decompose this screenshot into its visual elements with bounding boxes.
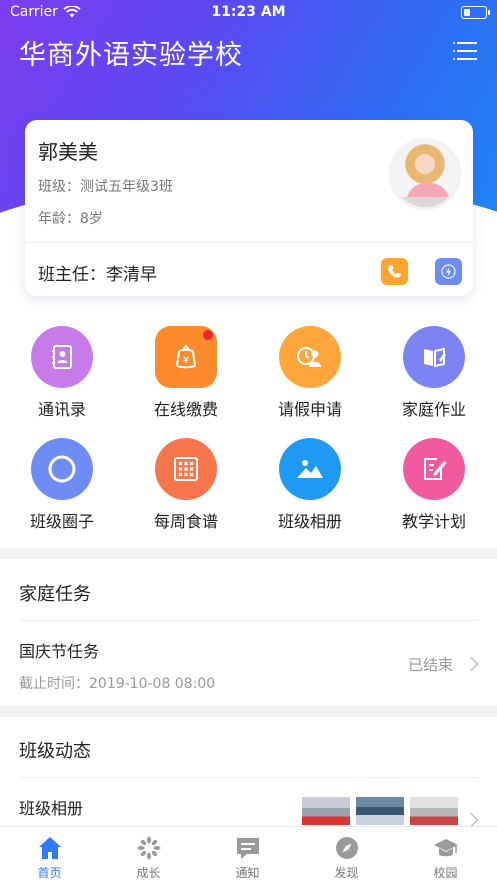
- school-title: 华商外语实验学校: [19, 40, 243, 71]
- lightning-icon: [441, 264, 456, 279]
- teaching-plan-icon: [403, 438, 465, 500]
- deadline-label: 截止时间：: [19, 676, 89, 692]
- feature-label: 通讯录: [37, 400, 86, 419]
- feature-label: 教学计划: [401, 512, 466, 531]
- student-profile-card[interactable]: 郭美美 班级：测试五年级3班 年龄：8岁 班主任：李清早: [25, 120, 473, 296]
- teacher-name: 李清早: [106, 265, 157, 285]
- task-status: 已结束: [408, 656, 454, 674]
- bottom-tab-bar: 首页 成长 通知 发现 校园: [0, 826, 497, 883]
- home-icon: [39, 837, 61, 859]
- feature-class-circle[interactable]: 班级圈子: [0, 432, 124, 532]
- tab-label: 校园: [433, 866, 458, 880]
- album-thumbnail: [356, 797, 404, 825]
- message-teacher-button[interactable]: [435, 258, 462, 285]
- tab-label: 成长: [136, 866, 161, 880]
- section-divider: [19, 777, 478, 778]
- age-info: 年龄：8岁: [38, 208, 103, 228]
- album-thumbnail: [410, 797, 458, 825]
- age-label: 年龄：: [38, 211, 80, 227]
- svg-text:¥: ¥: [183, 355, 189, 366]
- clock: 11:23 AM: [211, 4, 286, 20]
- feature-class-album[interactable]: 班级相册: [248, 432, 372, 532]
- status-bar: Carrier 11:23 AM: [0, 0, 497, 26]
- class-news-title: 班级动态: [19, 741, 91, 762]
- tab-label: 首页: [37, 866, 62, 880]
- feature-label: 班级相册: [277, 512, 342, 531]
- tab-notice[interactable]: 通知: [198, 827, 297, 883]
- head-teacher: 班主任：李清早: [38, 260, 157, 285]
- growth-icon: [137, 836, 161, 860]
- section-divider: [19, 620, 478, 621]
- tab-discover[interactable]: 发现: [297, 827, 396, 883]
- avatar-desk: [392, 197, 458, 207]
- chevron-right-icon: [463, 812, 479, 828]
- class-circle-icon: [31, 438, 93, 500]
- task-deadline: 截止时间：2019-10-08 08:00: [19, 673, 215, 693]
- class-info: 班级：测试五年级3班: [38, 176, 173, 196]
- contacts-icon: [31, 326, 93, 388]
- chevron-right-icon: [463, 656, 479, 672]
- album-thumbnail: [302, 797, 350, 825]
- weekly-menu-icon: [155, 438, 217, 500]
- feature-label: 每周食谱: [153, 512, 218, 531]
- feature-contacts[interactable]: 通讯录: [0, 320, 124, 420]
- section-separator: [0, 706, 497, 717]
- tab-home[interactable]: 首页: [0, 827, 99, 883]
- phone-icon: [388, 265, 401, 278]
- tab-label: 通知: [235, 866, 260, 880]
- compass-icon: [336, 837, 358, 859]
- payment-badge: [203, 330, 213, 340]
- album-label: 班级相册: [19, 799, 84, 818]
- age-value: 8岁: [80, 211, 103, 227]
- menu-icon[interactable]: [453, 40, 479, 62]
- homework-icon: [403, 326, 465, 388]
- tab-campus[interactable]: 校园: [396, 827, 495, 883]
- class-value: 测试五年级3班: [80, 179, 173, 195]
- tab-label: 发现: [334, 866, 359, 880]
- call-teacher-button[interactable]: [381, 258, 408, 285]
- teacher-label: 班主任：: [38, 265, 106, 285]
- feature-grid: 通讯录 ¥ 在线缴费 请假申请 家庭作业 班级圈子 每周食谱 班级相册 教学计划: [0, 320, 497, 540]
- album-icon: [279, 438, 341, 500]
- leave-request-icon: [279, 326, 341, 388]
- feature-label: 班级圈子: [29, 512, 94, 531]
- feature-online-payment[interactable]: ¥ 在线缴费: [124, 320, 248, 420]
- section-separator: [0, 548, 497, 559]
- tab-growth[interactable]: 成长: [99, 827, 198, 883]
- task-name: 国庆节任务: [19, 642, 100, 661]
- campus-icon: [434, 839, 458, 857]
- feature-label: 在线缴费: [153, 400, 218, 419]
- student-avatar[interactable]: [389, 138, 461, 210]
- feature-leave-request[interactable]: 请假申请: [248, 320, 372, 420]
- notice-icon: [237, 838, 259, 859]
- feature-homework[interactable]: 家庭作业: [372, 320, 496, 420]
- feature-label: 家庭作业: [401, 400, 466, 419]
- deadline-value: 2019-10-08 08:00: [89, 676, 216, 692]
- home-task-title: 家庭任务: [19, 584, 91, 605]
- student-name: 郭美美: [38, 140, 98, 164]
- feature-weekly-menu[interactable]: 每周食谱: [124, 432, 248, 532]
- battery-icon: [461, 6, 490, 19]
- class-label: 班级：: [38, 179, 80, 195]
- feature-label: 请假申请: [277, 400, 342, 419]
- card-divider: [25, 242, 473, 243]
- feature-teaching-plan[interactable]: 教学计划: [372, 432, 496, 532]
